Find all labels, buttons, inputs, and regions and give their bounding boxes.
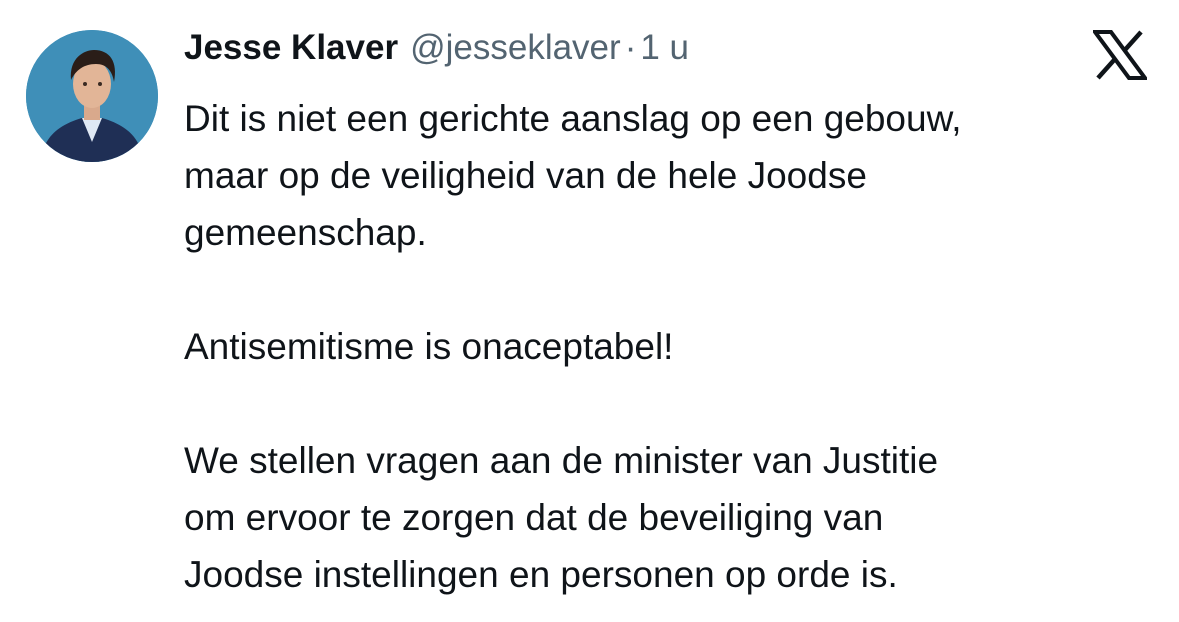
tweet-line: maar op de veiligheid van de hele Joodse (184, 155, 867, 196)
tweet-text: Dit is niet een gerichte aanslag op een … (184, 90, 1144, 603)
separator-dot: · (624, 28, 637, 67)
tweet-line: Joodse instellingen en personen op orde … (184, 554, 898, 595)
x-logo-icon[interactable] (1091, 30, 1149, 80)
tweet-line: om ervoor te zorgen dat de beveiliging v… (184, 497, 884, 538)
tweet-line: gemeenschap. (184, 212, 427, 253)
author-avatar[interactable] (26, 30, 158, 162)
tweet-line: Antisemitisme is onaceptabel! (184, 326, 674, 367)
tweet-card: Jesse Klaver @jesseklaver · 1 u Dit is n… (0, 0, 1179, 622)
tweet-line: We stellen vragen aan de minister van Ju… (184, 440, 939, 481)
tweet-line: Dit is niet een gerichte aanslag op een … (184, 98, 962, 139)
author-display-name[interactable]: Jesse Klaver (184, 28, 398, 68)
tweet-timestamp[interactable]: 1 u (640, 28, 689, 68)
avatar-photo-icon (26, 30, 158, 162)
tweet-header: Jesse Klaver @jesseklaver · 1 u (184, 28, 689, 80)
author-handle[interactable]: @jesseklaver (410, 28, 621, 68)
